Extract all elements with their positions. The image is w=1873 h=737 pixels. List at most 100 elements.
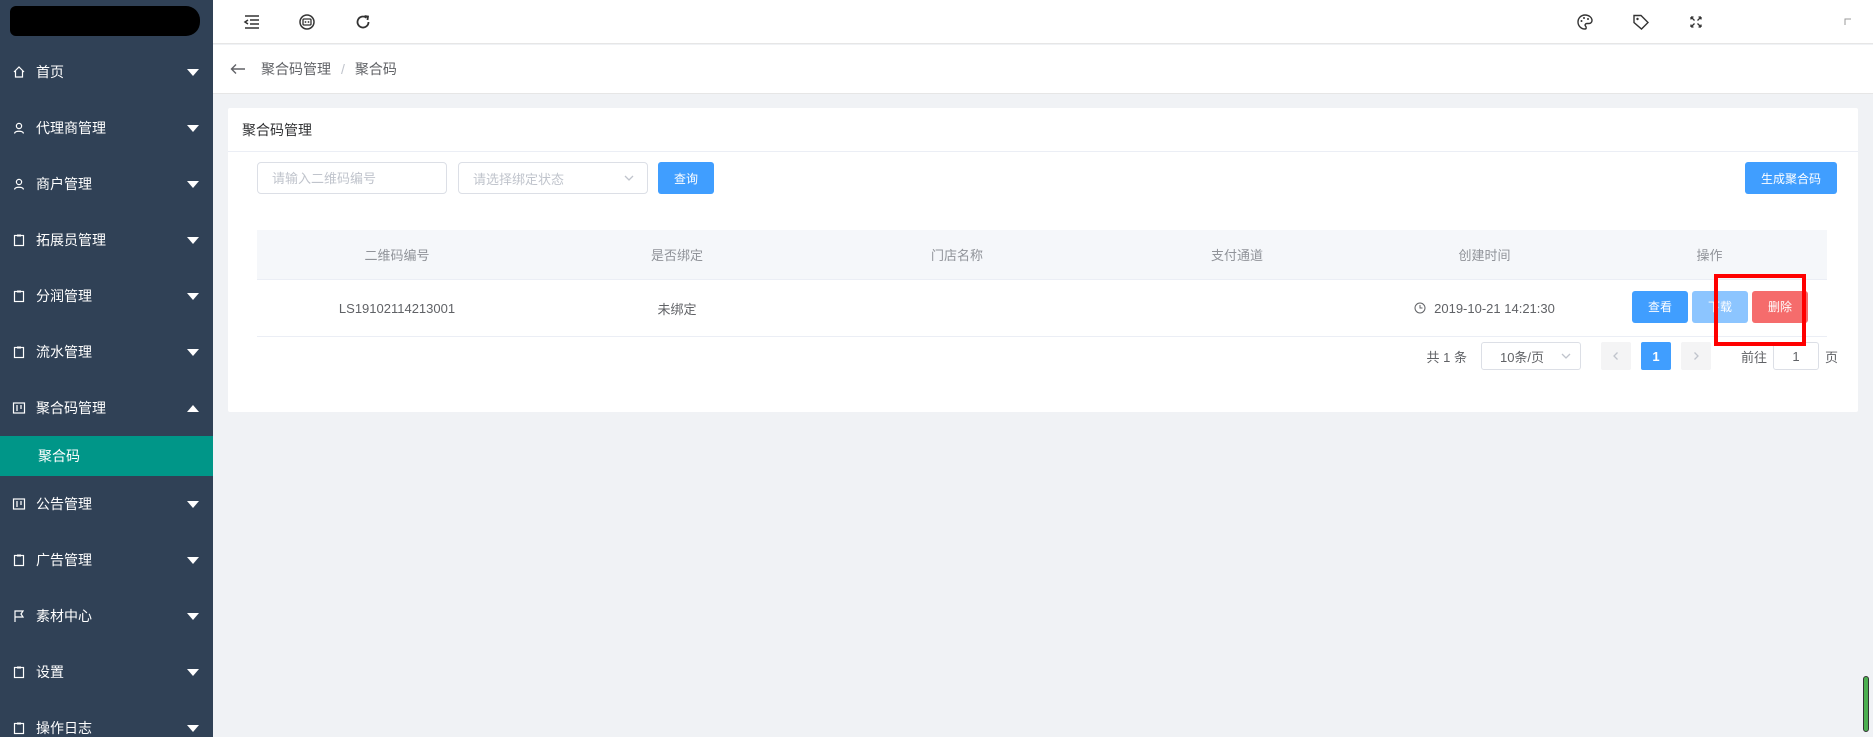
sidebar-menu: 首页 代理商管理 商户管理 拓展员管理 分润管理 流水管理 聚合码管理 聚合码 … <box>0 44 213 737</box>
sidebar-item-label: 流水管理 <box>36 344 92 360</box>
clipboard-icon <box>12 289 26 303</box>
bind-status-select[interactable]: 请选择绑定状态 <box>458 162 648 194</box>
flag-icon <box>12 609 26 623</box>
sidebar-item-materials[interactable]: 素材中心 <box>0 588 213 644</box>
sidebar-item-label: 操作日志 <box>36 720 92 736</box>
palette-icon[interactable] <box>1572 9 1598 35</box>
sidebar-item-merchants[interactable]: 商户管理 <box>0 156 213 212</box>
main-card: 聚合码管理 请选择绑定状态 查询 生成聚合码 二维码编号 是否绑定 门店名称 支… <box>228 108 1858 412</box>
sidebar-item-label: 广告管理 <box>36 552 92 568</box>
pagination-total: 共 1 条 <box>1426 349 1467 365</box>
sidebar-item-qrcode-management[interactable]: 聚合码管理 <box>0 380 213 436</box>
breadcrumb-bar: 聚合码管理 / 聚合码 <box>213 45 1873 94</box>
caret-down-icon <box>187 612 199 620</box>
delete-button[interactable]: 删除 <box>1752 290 1808 323</box>
card-title: 聚合码管理 <box>228 108 1858 152</box>
clipboard-icon <box>12 721 26 735</box>
sidebar-item-ads[interactable]: 广告管理 <box>0 532 213 588</box>
page-size-value: 10条/页 <box>1499 349 1545 365</box>
sidebar-item-label: 分润管理 <box>36 288 92 304</box>
sidebar-item-label: 设置 <box>36 664 64 680</box>
cell-created-time: 2019-10-21 14:21:30 <box>1377 301 1592 316</box>
caret-down-icon <box>187 292 199 300</box>
sidebar-item-transactions[interactable]: 流水管理 <box>0 324 213 380</box>
sidebar-item-settings[interactable]: 设置 <box>0 644 213 700</box>
sidebar-item-profit[interactable]: 分润管理 <box>0 268 213 324</box>
created-time-text: 2019-10-21 14:21:30 <box>1434 300 1555 316</box>
pagination: 共 1 条 10条/页 1 前往 页 <box>1426 340 1838 372</box>
header-store-name: 门店名称 <box>930 248 983 263</box>
top-navbar <box>213 0 1873 44</box>
sidebar-item-label: 首页 <box>36 64 64 80</box>
breadcrumb-separator: / <box>341 61 345 77</box>
collapse-menu-icon[interactable] <box>239 9 265 35</box>
goto-page-input[interactable] <box>1772 342 1819 370</box>
caret-down-icon <box>187 668 199 676</box>
sidebar-item-agents[interactable]: 代理商管理 <box>0 100 213 156</box>
sidebar-subitem-label: 聚合码 <box>38 448 80 464</box>
caret-down-icon <box>187 124 199 132</box>
sidebar-item-promoters[interactable]: 拓展员管理 <box>0 212 213 268</box>
cell-bound: 未绑定 <box>657 301 697 317</box>
sidebar-item-logs[interactable]: 操作日志 <box>0 700 213 737</box>
caret-down-icon <box>187 236 199 244</box>
prev-page-button[interactable] <box>1600 342 1631 370</box>
header-payment-channel: 支付通道 <box>1210 248 1263 263</box>
user-icon <box>12 177 26 191</box>
caret-up-icon <box>187 404 199 412</box>
header-actions: 操作 <box>1696 248 1723 263</box>
breadcrumb-parent[interactable]: 聚合码管理 <box>261 59 331 79</box>
face-icon[interactable] <box>294 9 320 35</box>
caret-down-icon <box>187 724 199 732</box>
home-icon <box>12 65 26 79</box>
caret-down-icon <box>187 68 199 76</box>
header-bound: 是否绑定 <box>650 248 703 263</box>
page-size-select[interactable]: 10条/页 <box>1480 342 1581 370</box>
download-button[interactable]: 下载 <box>1692 290 1748 323</box>
tag-icon[interactable] <box>1628 9 1654 35</box>
header-qrcode-number: 二维码编号 <box>364 248 430 263</box>
filter-toolbar: 请选择绑定状态 查询 生成聚合码 <box>257 162 1837 196</box>
user-menu-icon[interactable] <box>1835 9 1861 35</box>
qrcode-table: 二维码编号 是否绑定 门店名称 支付通道 创建时间 操作 LS191021142… <box>257 230 1827 337</box>
sidebar-subitem-qrcode[interactable]: 聚合码 <box>0 436 213 476</box>
breadcrumb-current: 聚合码 <box>354 61 397 77</box>
cell-qrcode-number: LS19102114213001 <box>338 300 456 316</box>
page-suffix: 页 <box>1824 349 1838 365</box>
sidebar-item-label: 公告管理 <box>36 496 92 512</box>
sidebar-item-home[interactable]: 首页 <box>0 44 213 100</box>
sidebar-item-label: 商户管理 <box>36 176 92 192</box>
scrollbar-thumb[interactable] <box>1863 676 1869 732</box>
user-icon <box>12 121 26 135</box>
sidebar-item-label: 代理商管理 <box>36 120 106 136</box>
next-page-button[interactable] <box>1680 342 1711 370</box>
goto-label: 前往 <box>1740 349 1767 365</box>
caret-down-icon <box>187 348 199 356</box>
cell-actions: 查看 下载 删除 <box>1592 280 1827 337</box>
qrcode-doc-icon <box>12 497 26 511</box>
sidebar: 首页 代理商管理 商户管理 拓展员管理 分润管理 流水管理 聚合码管理 聚合码 … <box>0 0 213 737</box>
back-arrow-icon[interactable] <box>227 58 249 80</box>
page-number-button[interactable]: 1 <box>1640 342 1671 370</box>
fullscreen-icon[interactable] <box>1683 9 1709 35</box>
table-row: LS19102114213001 未绑定 2019-10-21 14:21:30… <box>257 280 1827 337</box>
sidebar-item-announcements[interactable]: 公告管理 <box>0 476 213 532</box>
page-jump: 前往 页 <box>1741 342 1838 370</box>
table-header: 二维码编号 是否绑定 门店名称 支付通道 创建时间 操作 <box>257 230 1827 280</box>
clipboard-icon <box>12 233 26 247</box>
logo <box>10 6 200 36</box>
caret-down-icon <box>187 180 199 188</box>
generate-qrcode-button[interactable]: 生成聚合码 <box>1745 162 1837 194</box>
clipboard-icon <box>12 665 26 679</box>
view-button[interactable]: 查看 <box>1632 290 1688 323</box>
chevron-down-icon <box>1560 350 1572 365</box>
caret-down-icon <box>187 500 199 508</box>
search-button[interactable]: 查询 <box>658 162 714 194</box>
refresh-icon[interactable] <box>350 9 376 35</box>
sidebar-item-label: 拓展员管理 <box>36 232 106 248</box>
chevron-down-icon <box>623 172 635 187</box>
header-created-time: 创建时间 <box>1458 248 1511 263</box>
qrcode-number-input[interactable] <box>257 162 447 194</box>
sidebar-item-label: 素材中心 <box>36 608 92 624</box>
clipboard-icon <box>12 345 26 359</box>
